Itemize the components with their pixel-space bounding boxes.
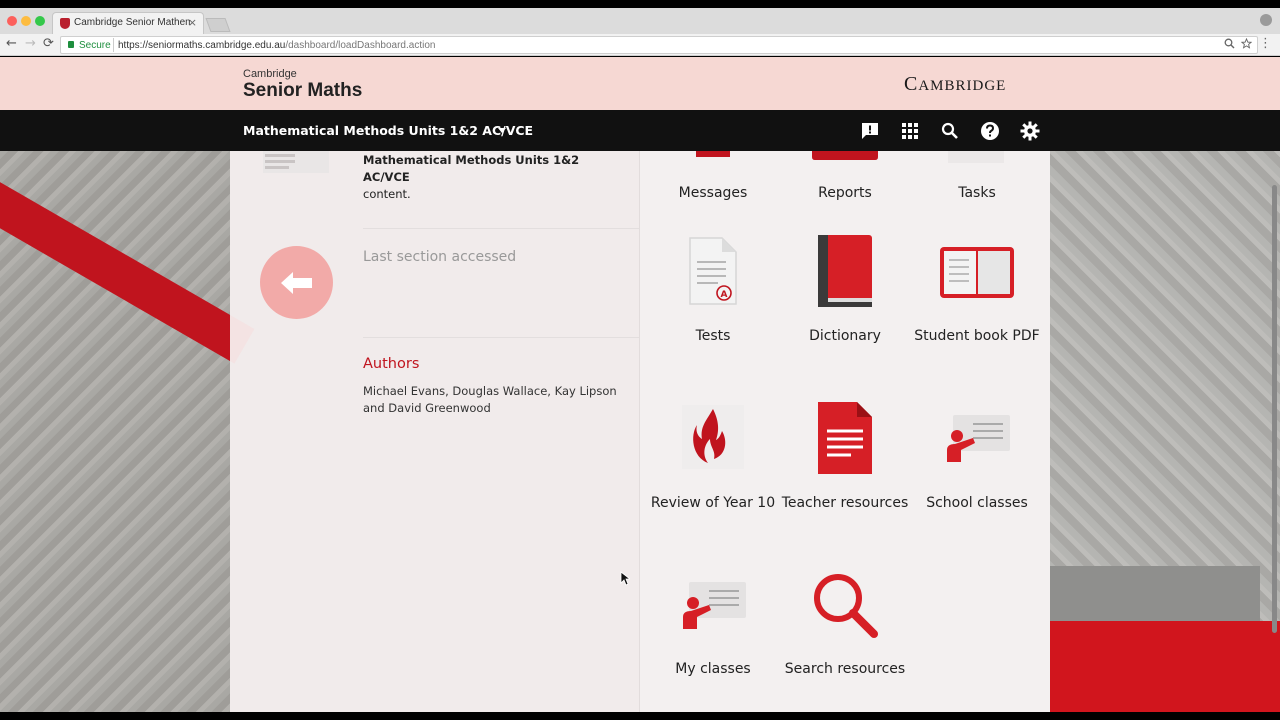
course-selector[interactable]: Mathematical Methods Units 1&2 AC/VCE [243,123,533,138]
reports-icon [812,151,878,160]
brand-small: Cambridge [243,68,297,80]
tab-close-icon[interactable]: × [188,16,197,29]
course-navbar: Mathematical Methods Units 1&2 AC/VCE [0,110,1280,151]
last-section-accessed: Last section accessed [363,249,517,265]
flame-icon [682,405,744,469]
url-separator [113,38,114,52]
tile-messages[interactable]: Messages [648,182,778,205]
forward-icon[interactable]: → [25,36,36,51]
svg-text:A: A [721,290,728,300]
browser-tab-strip: Cambridge Senior Mathematic × [0,8,1280,34]
new-tab-button[interactable] [205,18,231,32]
maximize-window-button[interactable] [35,16,45,26]
site-header: Cambridge Senior Maths CAMBRIDGE [0,57,1280,110]
open-book-icon [940,247,1014,298]
zoom-icon[interactable] [1224,38,1235,52]
help-icon[interactable] [980,121,1000,141]
url-host: https://seniormaths.cambridge.edu.au [118,40,286,51]
browser-tab[interactable]: Cambridge Senior Mathematic × [52,12,204,34]
presenter-board-icon [947,415,1010,462]
feedback-icon[interactable] [860,121,880,141]
red-roof [1050,621,1280,712]
close-window-button[interactable] [7,16,17,26]
screen-bottom-bar [0,712,1280,720]
screen-top-bar [0,0,1280,8]
tile-tasks[interactable]: Tasks [912,182,1042,205]
presenter-board-icon [683,582,746,629]
lock-icon [68,41,74,48]
url-path: /dashboard/loadDashboard.action [285,40,436,51]
tasks-icon [948,151,1004,163]
course-desc-suffix: content. [363,187,411,201]
tile-tests[interactable]: Tests [648,325,778,348]
minimize-window-button[interactable] [21,16,31,26]
search-icon[interactable] [940,121,960,141]
tile-dictionary[interactable]: Dictionary [780,325,910,348]
back-arrow-icon [281,272,312,294]
tile-my-classes[interactable]: My classes [648,658,778,681]
page-scrollbar[interactable] [1272,185,1277,633]
address-bar[interactable]: Secure https://seniormaths.cambridge.edu… [60,36,1258,54]
brand-title[interactable]: Senior Maths [243,80,362,102]
secure-label: Secure [79,40,111,51]
course-cover-thumbnail [263,151,329,173]
settings-icon[interactable] [1020,121,1040,141]
star-icon[interactable] [1240,37,1253,52]
course-description: Mathematical Methods Units 1&2 AC/VCE co… [363,152,623,203]
mouse-cursor-icon [620,571,630,586]
document-icon [818,402,872,474]
course-info-panel [230,151,639,712]
tile-school-classes[interactable]: School classes [912,492,1042,515]
divider [363,337,639,338]
authors-heading: Authors [363,356,420,372]
apps-grid-icon[interactable] [900,121,920,141]
cambridge-logo[interactable]: CAMBRIDGE [904,73,1006,96]
tile-student-book-pdf[interactable]: Student book PDF [912,325,1042,348]
dictionary-book-icon [818,235,872,307]
magnifier-icon [814,574,878,638]
messages-icon [696,151,730,157]
back-icon[interactable]: ← [6,36,17,51]
menu-icon[interactable]: ⋮ [1259,36,1272,51]
roof-shadow [1050,566,1260,621]
authors-list: Michael Evans, Douglas Wallace, Kay Lips… [363,384,617,415]
browser-toolbar: ← → ⟳ Secure https://seniormaths.cambrid… [0,34,1280,56]
profile-icon[interactable] [1260,14,1272,26]
tab-title: Cambridge Senior Mathematic [74,17,190,28]
logo-rest: AMBRIDGE [918,78,1007,94]
divider [363,228,639,229]
tile-review-year-10[interactable]: Review of Year 10 [648,492,778,515]
chevron-down-icon[interactable] [498,128,506,133]
tile-reports[interactable]: Reports [780,182,910,205]
course-name: Mathematical Methods Units 1&2 AC/VCE [363,153,580,184]
logo-initial: C [904,73,919,95]
tile-teacher-resources[interactable]: Teacher resources [780,492,910,515]
reload-icon[interactable]: ⟳ [43,36,54,51]
url-text: https://seniormaths.cambridge.edu.au/das… [118,40,435,51]
test-document-icon: A [689,237,737,305]
tile-search-resources[interactable]: Search resources [780,658,910,681]
cambridge-shield-icon [60,18,70,29]
